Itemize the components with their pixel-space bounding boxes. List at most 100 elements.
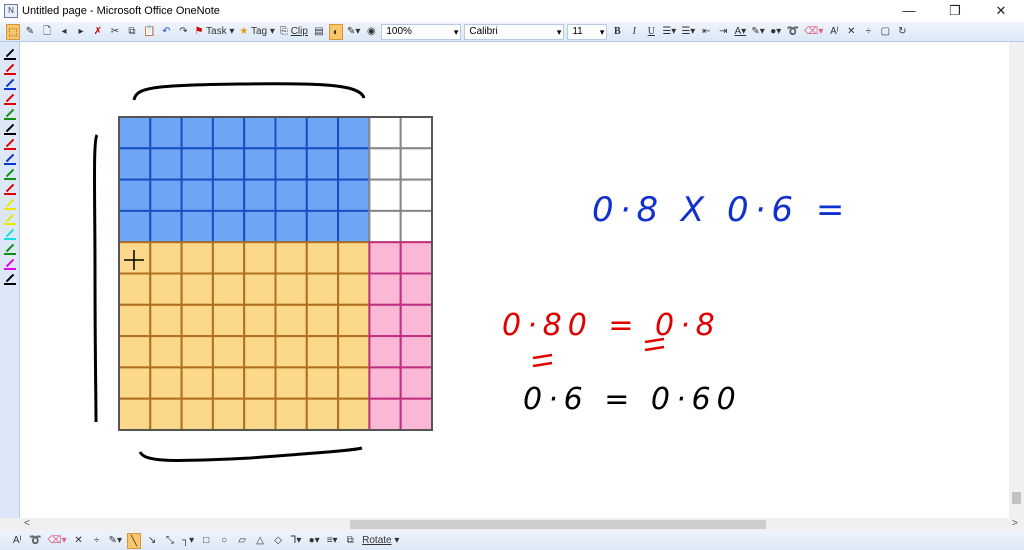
arrow-tool-icon[interactable]: ↘	[145, 533, 159, 549]
grid-cell	[118, 116, 152, 150]
pen-dropdown-icon[interactable]: ✎▾	[346, 24, 361, 40]
pen-swatch[interactable]	[4, 138, 16, 150]
axis-tool-icon[interactable]: ┐▾	[181, 533, 195, 549]
pen-swatch[interactable]	[4, 78, 16, 90]
scroll-right-icon[interactable]: >	[1012, 518, 1018, 529]
paste-icon[interactable]: 📋	[142, 24, 156, 40]
ink-to-text-icon[interactable]: Aᴵ	[10, 533, 24, 549]
ink-to-text-icon[interactable]: Aᴵ	[827, 24, 841, 40]
grid-cell	[274, 272, 308, 306]
select-tool-icon[interactable]: ⬚	[6, 23, 20, 40]
vertical-scrollbar[interactable]	[1009, 42, 1024, 518]
delete-icon[interactable]: ✕	[72, 533, 86, 549]
new-page-icon[interactable]: 🗋	[40, 24, 54, 40]
clip-button[interactable]: ⎘ Clip	[279, 24, 309, 40]
diamond-tool-icon[interactable]: ◇	[271, 533, 285, 549]
maximize-button[interactable]: ❐	[932, 0, 978, 22]
pen-swatch[interactable]	[4, 93, 16, 105]
copy-icon[interactable]: ⧉	[125, 24, 139, 40]
underline-button[interactable]: U	[644, 24, 658, 40]
double-arrow-tool-icon[interactable]: ⤡	[163, 533, 177, 549]
pen-swatch[interactable]	[4, 153, 16, 165]
parallelogram-tool-icon[interactable]: ▱	[235, 533, 249, 549]
eraser-icon[interactable]: ⌫▾	[803, 24, 824, 40]
pen-swatch[interactable]	[4, 183, 16, 195]
pen-swatch[interactable]	[4, 63, 16, 75]
cut-icon[interactable]: ✂	[108, 24, 122, 40]
close-button[interactable]: ✕	[978, 0, 1024, 22]
rotate-button[interactable]: Rotate ▾	[361, 533, 400, 549]
bold-button[interactable]: B	[610, 24, 624, 40]
italic-button[interactable]: I	[627, 24, 641, 40]
pen-swatch[interactable]	[4, 213, 16, 225]
ellipse-tool-icon[interactable]: ○	[217, 533, 231, 549]
vertical-scroll-thumb[interactable]	[1012, 492, 1021, 504]
audio-icon[interactable]: ◉	[364, 24, 378, 40]
rectangle-tool-icon[interactable]: □	[199, 533, 213, 549]
rotate-ink-icon[interactable]: ↻	[895, 24, 909, 40]
grid-cell	[118, 209, 152, 244]
grid-cell	[337, 209, 371, 244]
bullets-icon[interactable]: ☰▾	[661, 24, 677, 40]
lasso-icon[interactable]: ➰	[28, 533, 42, 549]
pen-swatch[interactable]	[4, 243, 16, 255]
grid-cell	[149, 335, 183, 369]
tag-button[interactable]: ★ Tag ▾	[238, 24, 276, 40]
pen-icon[interactable]: ✎	[23, 24, 37, 40]
color-wheel-icon[interactable]: ●▾	[769, 24, 783, 40]
fill-color-icon[interactable]: ●▾	[307, 533, 321, 549]
pen-color-icon[interactable]: ✎▾	[108, 533, 123, 549]
highlighter-icon[interactable]: ✎▾	[750, 24, 765, 40]
undo-icon[interactable]: ↶	[159, 24, 173, 40]
note-page-canvas[interactable]: 0·8 X 0·6 = 0·80 = 0·8 0·6 = 0·60	[20, 42, 1009, 518]
grid-cell	[118, 272, 152, 306]
eraser-icon[interactable]: ⌫▾	[46, 533, 67, 549]
delete-icon[interactable]: ✕	[844, 24, 858, 40]
task-button[interactable]: ⚑ Task ▾	[193, 24, 235, 40]
increase-indent-icon[interactable]: ⇥	[716, 24, 730, 40]
font-size-select[interactable]: 11	[567, 23, 608, 40]
line-weight-icon[interactable]: ≡▾	[325, 533, 339, 549]
connector-tool-icon[interactable]: ⅂▾	[289, 533, 303, 549]
pen-swatch[interactable]	[4, 168, 16, 180]
line-tool-icon[interactable]: ╲	[127, 532, 142, 549]
scroll-left-icon[interactable]: <	[24, 518, 30, 529]
pen-swatch[interactable]	[4, 198, 16, 210]
decrease-indent-icon[interactable]: ⇤	[699, 24, 713, 40]
standard-toolbar: ⬚ ✎ 🗋 ◂ ▸ ✗ ✂ ⧉ 📋 ↶ ↷ ⚑ Task ▾ ★ Tag ▾ ⎘…	[0, 22, 1024, 42]
pen-swatch[interactable]	[4, 108, 16, 120]
grid-cell	[337, 303, 371, 338]
forward-icon[interactable]: ▸	[74, 24, 88, 40]
redo-icon[interactable]: ↷	[176, 24, 190, 40]
insert-space-icon[interactable]: ÷	[90, 533, 104, 549]
triangle-tool-icon[interactable]: △	[253, 533, 267, 549]
delete-page-icon[interactable]: ✗	[91, 24, 105, 40]
ink-mode-icon[interactable]: ◐	[328, 23, 343, 40]
grid-cell	[305, 397, 340, 432]
star-icon: ★	[239, 25, 249, 37]
grid-cell	[305, 147, 340, 181]
arrange-icon[interactable]: ⧉	[343, 533, 357, 549]
lasso-icon[interactable]: ➰	[786, 24, 800, 40]
minimize-button[interactable]: —	[886, 0, 932, 22]
grid-cell	[337, 366, 371, 400]
zoom-select[interactable]: 100%	[381, 23, 462, 40]
grid-cell	[368, 272, 402, 306]
pen-swatch[interactable]	[4, 228, 16, 240]
horizontal-scroll-thumb[interactable]	[350, 520, 766, 529]
grid-cell	[149, 397, 183, 432]
grid-cell	[118, 366, 152, 400]
font-select[interactable]: Calibri	[464, 23, 565, 40]
pen-swatch[interactable]	[4, 258, 16, 270]
back-icon[interactable]: ◂	[57, 24, 71, 40]
font-color-icon[interactable]: A▾	[733, 24, 747, 40]
grid-cell	[149, 209, 183, 244]
horizontal-scrollbar[interactable]: < >	[0, 518, 1024, 531]
page-view-icon[interactable]: ▤	[312, 24, 326, 40]
pen-swatch[interactable]	[4, 48, 16, 60]
pen-swatch[interactable]	[4, 123, 16, 135]
numbering-icon[interactable]: ☰▾	[680, 24, 696, 40]
insert-space-icon[interactable]: ÷	[861, 24, 875, 40]
pen-swatch[interactable]	[4, 273, 16, 285]
rule-lines-icon[interactable]: ▢	[878, 24, 892, 40]
